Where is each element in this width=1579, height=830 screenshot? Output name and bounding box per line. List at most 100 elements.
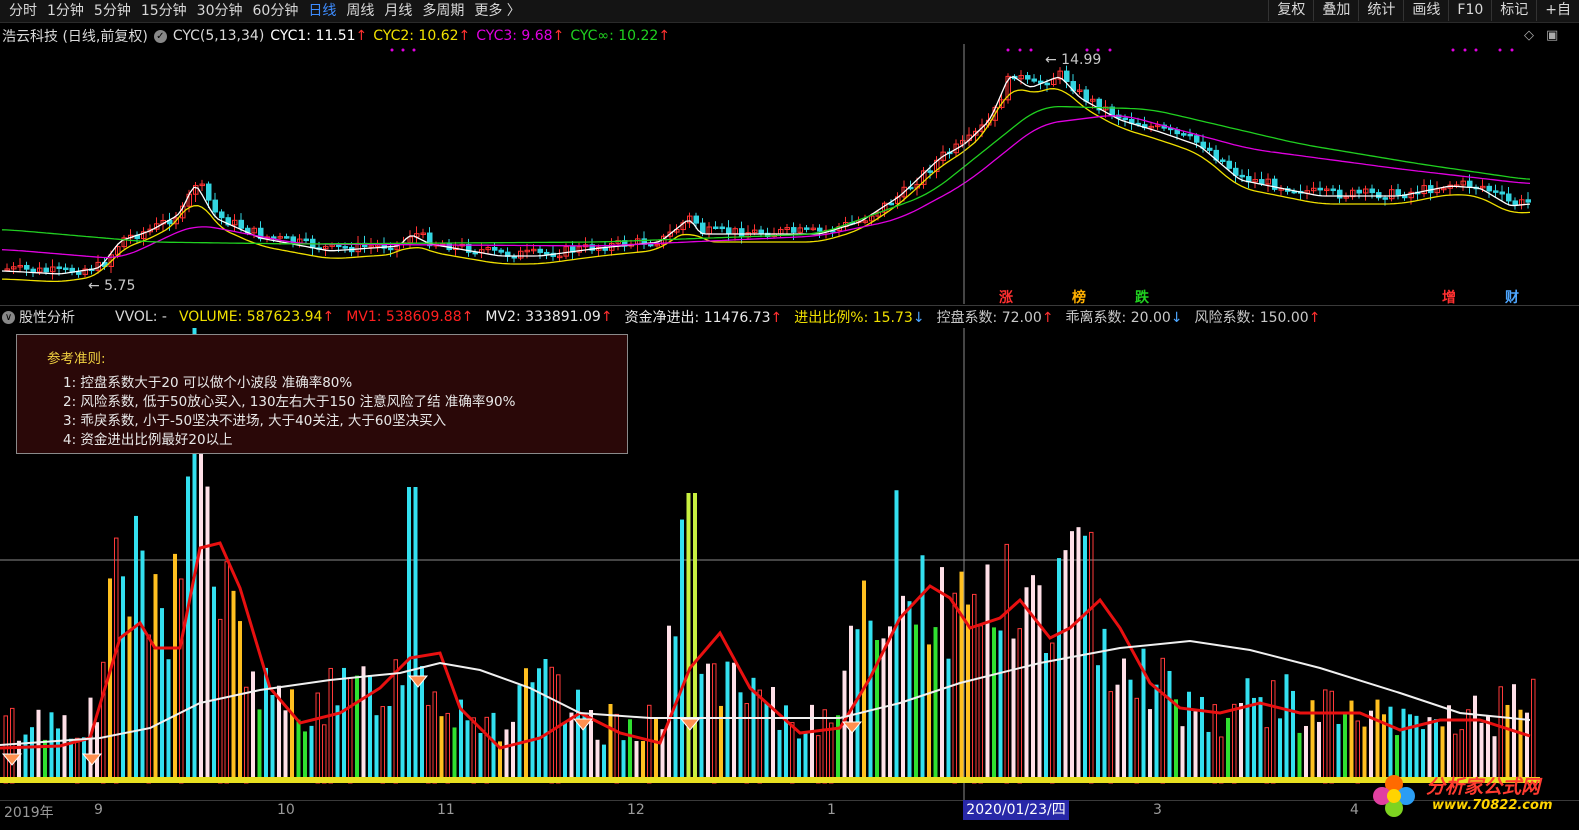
candle-body: [758, 229, 764, 234]
tool-button[interactable]: F10: [1448, 0, 1491, 21]
volume-bar: [992, 627, 996, 783]
volume-bar: [3, 715, 8, 784]
volume-bar: [368, 675, 372, 783]
period-tab[interactable]: 多周期: [417, 2, 469, 20]
volume-bar: [1271, 680, 1276, 784]
candle-body: [1220, 159, 1226, 162]
x-label-year: 2019年: [4, 805, 54, 821]
period-tab[interactable]: 月线: [379, 2, 417, 20]
candle-body: [336, 244, 342, 248]
volume-bar: [134, 515, 138, 783]
period-tab[interactable]: 分时: [4, 2, 42, 20]
panel-name[interactable]: 股性分析: [19, 307, 75, 327]
candle-body: [693, 215, 699, 224]
volume-bar: [712, 663, 717, 784]
volume-bar: [569, 712, 574, 783]
volume-bar: [777, 729, 782, 783]
volume-bar: [803, 733, 808, 783]
indicator-name[interactable]: CYC(5,13,34): [173, 28, 264, 44]
signal-dot: [1018, 48, 1022, 52]
volume-bar: [1212, 704, 1217, 784]
volume-bar: [82, 737, 86, 783]
candle-body: [284, 236, 290, 239]
signal-dot: [1498, 48, 1502, 52]
indicator-toggle-icon[interactable]: ✓: [153, 29, 167, 43]
volume-bar: [1017, 628, 1022, 784]
volume-bar: [563, 722, 567, 783]
period-tab[interactable]: 5分钟: [89, 2, 136, 20]
period-tab[interactable]: 日线: [303, 2, 341, 20]
event-mark-cai[interactable]: 财: [1505, 287, 1519, 307]
volume-bar: [127, 616, 132, 783]
volume-bar: [75, 737, 80, 784]
volume-bar: [10, 707, 15, 784]
volume-bar: [771, 687, 775, 783]
watermark-url: www.70822.com: [1432, 798, 1553, 813]
period-tab[interactable]: 1分钟: [42, 2, 89, 20]
period-tab[interactable]: 30分钟: [192, 2, 248, 20]
candle-body: [927, 170, 933, 173]
candle-body: [212, 199, 218, 213]
event-mark-bang[interactable]: 榜: [1072, 287, 1086, 307]
candle-body: [1382, 197, 1388, 200]
volume-bar: [1089, 531, 1094, 784]
volume-bar: [797, 738, 801, 783]
volume-bar: [1264, 727, 1269, 784]
volume-bar: [862, 580, 866, 783]
signal-dot: [1463, 48, 1467, 52]
event-mark-zeng[interactable]: 增: [1442, 287, 1456, 307]
event-mark-die[interactable]: 跌: [1135, 287, 1149, 307]
volume-bar: [517, 685, 522, 783]
volume-value: VOLUME: 587623.94↑: [178, 309, 335, 325]
candle-body: [24, 264, 30, 270]
volume-bar: [426, 704, 431, 784]
volume-bar: [140, 550, 145, 783]
volume-bar: [30, 727, 34, 783]
event-mark-zhang[interactable]: 涨: [999, 287, 1013, 307]
volume-bar: [445, 712, 450, 784]
tool-button[interactable]: 画线: [1403, 0, 1448, 21]
pane-divider[interactable]: [0, 305, 1579, 306]
candle-body: [1512, 200, 1518, 206]
candle-body: [713, 226, 719, 230]
period-tab[interactable]: 周线: [341, 2, 379, 20]
high-price-label: ← 14.99: [1045, 52, 1101, 68]
volume-bar: [822, 709, 827, 784]
tool-button[interactable]: 统计: [1358, 0, 1403, 21]
tool-button[interactable]: +自: [1536, 0, 1579, 21]
candle-body: [1317, 187, 1323, 191]
volume-bar: [1329, 690, 1334, 784]
signal-dot: [1474, 48, 1478, 52]
tool-button[interactable]: 标记: [1491, 0, 1536, 21]
tool-button[interactable]: 复权: [1268, 0, 1313, 21]
volume-bar: [101, 661, 106, 784]
period-tab[interactable]: 更多 〉: [469, 2, 525, 20]
period-toolbar: 分时 1分钟 5分钟 15分钟 30分钟 60分钟 日线 周线 月线 多周期 更多 〉 复权 叠加 统计…: [0, 0, 1579, 23]
signal-dot: [412, 48, 416, 52]
diamond-icon[interactable]: ◇: [1524, 28, 1534, 43]
volume-bar: [69, 738, 73, 783]
flower-logo-icon: [1373, 775, 1415, 817]
volume-bar: [328, 667, 333, 784]
volume-bar: [407, 487, 411, 783]
stock-title: 浩云科技 (日线,前复权): [2, 29, 148, 45]
vvol-value: VVOL: -: [115, 309, 167, 325]
x-label-sep: 9: [94, 802, 103, 818]
panel-collapse-icon[interactable]: ∨: [2, 310, 15, 324]
candle-body: [388, 247, 394, 251]
volume-bar: [1531, 678, 1536, 784]
candle-body: [1467, 180, 1473, 188]
volume-bar: [1297, 732, 1302, 783]
volume-bar: [121, 576, 125, 783]
volume-bar: [244, 686, 249, 784]
period-tab[interactable]: 15分钟: [136, 2, 192, 20]
price-chart[interactable]: ← 14.99 ← 5.75: [0, 44, 1579, 304]
volume-bar: [484, 716, 489, 784]
candle-body: [1356, 189, 1362, 194]
volume-bar: [1096, 665, 1100, 783]
candle-body: [511, 255, 517, 259]
period-tab[interactable]: 60分钟: [248, 2, 304, 20]
window-icon[interactable]: ▣: [1546, 28, 1558, 43]
volume-bar: [907, 601, 912, 783]
tool-button[interactable]: 叠加: [1313, 0, 1358, 21]
